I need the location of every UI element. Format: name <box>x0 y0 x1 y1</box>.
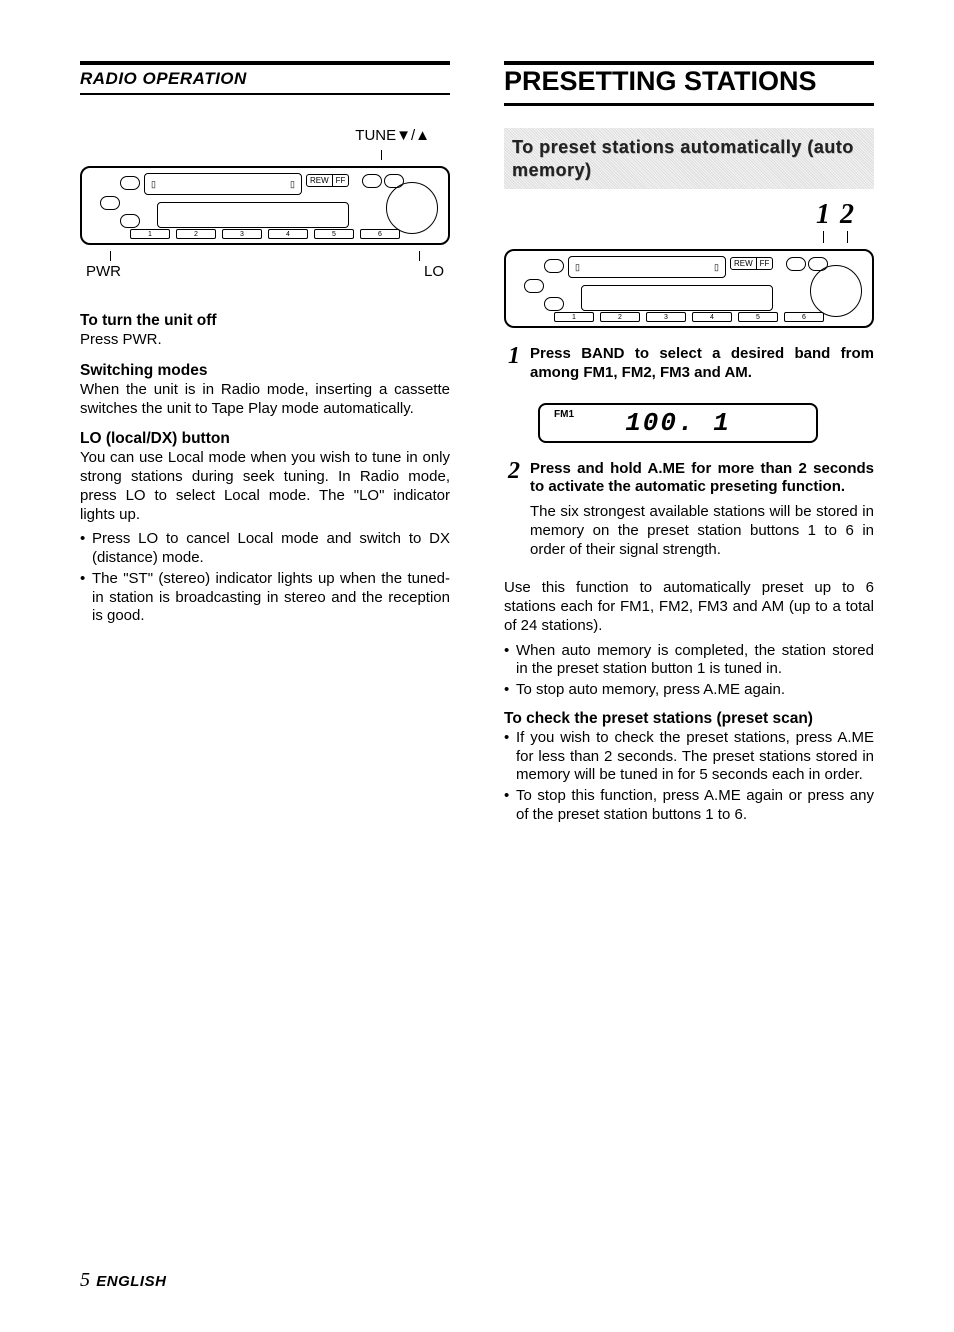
tune-dial-icon <box>386 182 438 234</box>
fm-freq-value: 100. 1 <box>625 408 731 438</box>
lcd-display-icon <box>157 202 349 228</box>
step-1: 1 Press BAND to select a desired band fr… <box>504 344 874 389</box>
lcd-display-icon-2 <box>581 285 773 311</box>
page-footer: 5 ENGLISH <box>80 1269 166 1292</box>
left-block-2: LO (local/DX) button You can use Local m… <box>80 430 450 626</box>
step-2-number: 2 <box>504 459 520 566</box>
radio-faceplate-illustration-1: ▯▯ REW FF 123456 <box>80 166 450 245</box>
after-bullet-1: To stop auto memory, press A.ME again. <box>504 681 874 700</box>
tune-callout-row: TUNE▼/▲ <box>86 127 444 150</box>
eq-button-icon-2 <box>544 297 564 311</box>
left-block-1: Switching modes When the unit is in Radi… <box>80 362 450 419</box>
rew-label: REW <box>307 175 333 186</box>
cassette-slot-icon-2: ▯▯ <box>568 256 726 278</box>
left-section-title: RADIO OPERATION <box>80 69 450 89</box>
tape-button-icon-2 <box>786 257 806 271</box>
step-2-lead: Press and hold A.ME for more than 2 seco… <box>530 460 874 498</box>
rule-under-right-title <box>504 103 874 106</box>
after-steps-para: Use this function to automatically prese… <box>504 579 874 635</box>
left-column: RADIO OPERATION TUNE▼/▲ ▯▯ REW FF 123456 <box>80 55 450 827</box>
rew-label-2: REW <box>731 258 757 269</box>
cassette-slot-icon: ▯▯ <box>144 173 302 195</box>
step-1-lead: Press BAND to select a desired band from… <box>530 345 874 383</box>
fm-display-illustration: FM1 100. 1 <box>538 403 818 443</box>
bullet-st-indicator: The "ST" (stereo) indicator lights up wh… <box>80 570 450 626</box>
scan-button-icon-2 <box>544 259 564 273</box>
callout-2: 2 <box>840 199 854 231</box>
tune-label: TUNE▼/▲ <box>86 127 444 144</box>
pwr-lo-ticks <box>80 251 450 261</box>
bullet-lo-cancel: Press LO to cancel Local mode and switch… <box>80 530 450 568</box>
heading-switching-modes: Switching modes <box>80 362 450 380</box>
callout-1: 1 <box>816 199 830 231</box>
scan-button-icon <box>120 176 140 190</box>
step-1-number: 1 <box>504 344 520 389</box>
check-bullet-0: If you wish to check the preset stations… <box>504 729 874 785</box>
tune-dial-icon-2 <box>810 265 862 317</box>
rew-ff-icon-2: REW FF <box>730 257 773 270</box>
ff-label-2: FF <box>757 258 773 269</box>
heading-lo-button: LO (local/DX) button <box>80 430 450 448</box>
right-section-title: PRESETTING STATIONS <box>504 66 874 97</box>
rule-top-left <box>80 61 450 65</box>
para-lo-button: You can use Local mode when you wish to … <box>80 449 450 524</box>
para-turn-off: Press PWR. <box>80 331 450 350</box>
page-number: 5 <box>80 1269 90 1291</box>
pwr-lo-callouts: PWR LO <box>86 263 444 280</box>
radio-faceplate-illustration-2: ▯▯ REW FF 123456 <box>504 249 874 328</box>
callout-numbers: 1 2 <box>504 199 874 243</box>
left-block-0: To turn the unit off Press PWR. <box>80 312 450 350</box>
preset-buttons-icon: 123456 <box>130 229 400 239</box>
pwr-label: PWR <box>86 263 121 280</box>
rule-under-left-title <box>80 93 450 95</box>
preset-buttons-icon-2: 123456 <box>554 312 824 322</box>
tune-tick <box>80 150 450 160</box>
manual-page: RADIO OPERATION TUNE▼/▲ ▯▯ REW FF 123456 <box>0 0 954 847</box>
rew-ff-icon: REW FF <box>306 174 349 187</box>
step-2: 2 Press and hold A.ME for more than 2 se… <box>504 459 874 566</box>
right-column: PRESETTING STATIONS To preset stations a… <box>504 55 874 827</box>
sel-button-icon <box>100 196 120 210</box>
ff-label: FF <box>333 175 349 186</box>
auto-memory-subheading: To preset stations automatically (auto m… <box>504 128 874 189</box>
tape-button-icon <box>362 174 382 188</box>
eq-button-icon <box>120 214 140 228</box>
sel-button-icon-2 <box>524 279 544 293</box>
rule-top-right <box>504 61 874 65</box>
check-bullet-1: To stop this function, press A.ME again … <box>504 787 874 825</box>
check-heading: To check the preset stations (preset sca… <box>504 710 874 728</box>
lo-label: LO <box>424 263 444 280</box>
para-switching-modes: When the unit is in Radio mode, insertin… <box>80 381 450 419</box>
fm-band-label: FM1 <box>554 409 574 420</box>
after-bullet-0: When auto memory is completed, the stati… <box>504 642 874 680</box>
heading-turn-off: To turn the unit off <box>80 312 450 330</box>
page-language: ENGLISH <box>96 1273 166 1290</box>
step-2-para: The six strongest available stations wil… <box>530 503 874 559</box>
